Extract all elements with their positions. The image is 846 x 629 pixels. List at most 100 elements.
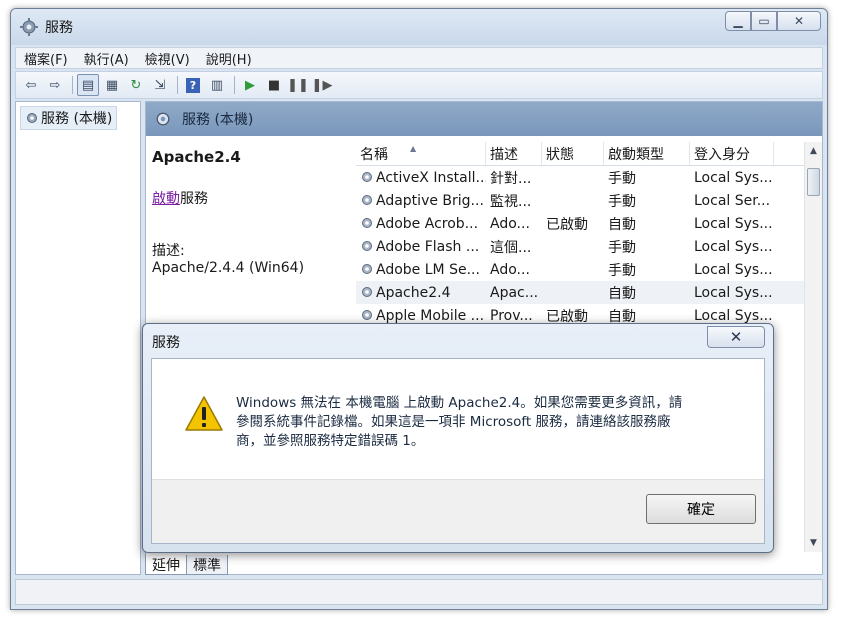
service-startup-cell: 自動 (608, 285, 636, 302)
action-pane-icon: ▥ (210, 77, 224, 93)
back-arrow-icon: ⇦ (25, 77, 37, 93)
table-row[interactable]: Adobe Acrob... Ado... 已啟動 自動 Local Sys... (356, 212, 822, 235)
stop-icon: ■ (267, 77, 281, 93)
list-header: 名稱 ▲ 描述 狀態 啟動類型 登入身分 (356, 142, 822, 166)
menu-action[interactable]: 執行(A) (84, 49, 129, 68)
toolbar: ⇦ ⇨ ▤ ▦ ↻ ⇲ ? ▥ ▶ ■ ❚❚ ❚▶ (15, 71, 823, 99)
extended-description: Apache2.4 啟動服務 描述: Apache/2.4.4 (Win64) (152, 148, 348, 276)
show-hide-tree-button[interactable]: ▤ (77, 74, 99, 96)
minimize-button[interactable]: ▁ (725, 11, 751, 31)
menu-bar: 檔案(F) 執行(A) 檢視(V) 說明(H) (15, 47, 823, 69)
gear-icon (362, 263, 372, 274)
close-icon: ✕ (729, 328, 743, 346)
table-row[interactable]: Adobe Flash ... 這個... 手動 Local Sys... (356, 235, 822, 258)
back-button[interactable]: ⇦ (20, 74, 42, 96)
service-description-cell: Ado... (490, 261, 530, 278)
dialog-message-line: 參閱系統事件記錄檔。如果這是一項非 Microsoft 服務，請連絡該服務廠 (236, 414, 671, 430)
start-service-link[interactable]: 啟動 (152, 191, 180, 207)
close-icon: ✕ (793, 14, 805, 28)
close-button[interactable]: ✕ (777, 11, 821, 31)
toolbar-separator (72, 76, 73, 94)
scroll-thumb[interactable] (807, 168, 820, 196)
ok-button[interactable]: 確定 (646, 494, 756, 524)
service-description-cell: 這個... (490, 239, 532, 256)
service-logon-cell: Local Sys... (694, 307, 773, 324)
stop-service-button[interactable]: ■ (263, 74, 285, 96)
toolbar-separator (234, 76, 235, 94)
resume-service-button[interactable]: ❚▶ (311, 74, 333, 96)
service-startup-cell: 手動 (608, 262, 636, 279)
selected-service-name: Apache2.4 (152, 148, 241, 166)
dialog-footer: 確定 (152, 479, 764, 543)
column-description[interactable]: 描述 (486, 142, 542, 165)
pane-header: 服務 (本機) (146, 102, 822, 136)
service-startup-cell: 自動 (608, 216, 636, 233)
pane-header-title: 服務 (本機) (182, 112, 254, 128)
table-row[interactable]: Adaptive Brig... 監視... 手動 Local Ser... (356, 189, 822, 212)
scroll-down-icon[interactable]: ▼ (805, 534, 822, 552)
title-bar[interactable]: 服務 ▁ ▭ ✕ (11, 9, 827, 45)
help-button[interactable]: ? (182, 74, 204, 96)
tab-extended[interactable]: 延伸 (145, 555, 187, 575)
service-description-cell: Prov... (490, 307, 533, 324)
refresh-button[interactable]: ↻ (125, 74, 147, 96)
column-status[interactable]: 狀態 (542, 142, 604, 165)
service-description-cell: Ado... (490, 215, 530, 232)
gear-icon (362, 309, 372, 320)
start-service-line: 啟動服務 (152, 188, 348, 208)
minimize-icon: ▁ (733, 14, 743, 28)
menu-view[interactable]: 檢視(V) (145, 49, 190, 68)
gear-icon (27, 113, 37, 123)
toolbar-separator (177, 76, 178, 94)
properties-icon: ▦ (105, 77, 119, 93)
dialog-message-line: Windows 無法在 本機電腦 上啟動 Apache2.4。如果您需要更多資訊… (236, 395, 683, 411)
tree-item-services-local[interactable]: 服務 (本機) (20, 106, 118, 130)
column-name[interactable]: 名稱 ▲ (356, 142, 486, 165)
warning-icon (185, 396, 223, 431)
service-name-cell: Apple Mobile ... (356, 308, 486, 324)
console-tree-icon: ▤ (81, 77, 95, 93)
dialog-close-button[interactable]: ✕ (707, 326, 765, 348)
menu-help[interactable]: 說明(H) (206, 49, 252, 68)
maximize-button[interactable]: ▭ (751, 11, 777, 31)
service-startup-cell: 手動 (608, 239, 636, 256)
service-name-cell: Adobe Acrob... (356, 216, 486, 232)
column-log-on-as[interactable]: 登入身分 (690, 142, 774, 165)
tab-standard[interactable]: 標準 (186, 555, 228, 575)
scroll-up-icon[interactable]: ▲ (805, 142, 822, 160)
dialog-title: 服務 (152, 335, 180, 351)
console-tree: 服務 (本機) (15, 101, 141, 575)
menu-file[interactable]: 檔案(F) (24, 49, 68, 68)
list-body: ActiveX Install... 針對... 手動 Local Sys... Ada… (356, 166, 822, 327)
service-name-cell: Adobe LM Se... (356, 262, 486, 278)
dialog-message: Windows 無法在 本機電腦 上啟動 Apache2.4。如果您需要更多資訊… (236, 394, 736, 451)
service-logon-cell: Local Sys... (694, 238, 773, 255)
service-logon-cell: Local Sys... (694, 169, 773, 186)
service-logon-cell: Local Sys... (694, 215, 773, 232)
pause-service-button[interactable]: ❚❚ (287, 74, 309, 96)
service-name-cell: Adaptive Brig... (356, 193, 486, 209)
export-list-button[interactable]: ⇲ (149, 74, 171, 96)
export-icon: ⇲ (154, 77, 166, 93)
table-row[interactable]: ActiveX Install... 針對... 手動 Local Sys... (356, 166, 822, 189)
table-row[interactable]: Apache2.4 Apac... 自動 Local Sys... (356, 281, 822, 304)
gear-icon (20, 18, 38, 36)
gear-icon (156, 112, 170, 126)
gear-icon (362, 240, 372, 251)
status-bar (15, 579, 823, 605)
service-status-cell: 已啟動 (546, 216, 588, 233)
forward-button[interactable]: ⇨ (44, 74, 66, 96)
show-action-pane-button[interactable]: ▥ (206, 74, 228, 96)
description-label: 描述: (152, 243, 185, 259)
service-logon-cell: Local Ser... (694, 192, 771, 209)
services-list: 名稱 ▲ 描述 狀態 啟動類型 登入身分 ActiveX Install... 針對… (356, 142, 822, 327)
service-logon-cell: Local Sys... (694, 284, 773, 301)
service-description-cell: 監視... (490, 193, 532, 210)
play-icon: ▶ (245, 77, 255, 93)
start-service-button[interactable]: ▶ (239, 74, 261, 96)
properties-button[interactable]: ▦ (101, 74, 123, 96)
vertical-scrollbar[interactable]: ▲ ▼ (804, 142, 822, 552)
table-row[interactable]: Adobe LM Se... Ado... 手動 Local Sys... (356, 258, 822, 281)
column-startup-type[interactable]: 啟動類型 (604, 142, 690, 165)
dialog-message-line: 商，並參照服務特定錯誤碼 1。 (236, 433, 425, 449)
